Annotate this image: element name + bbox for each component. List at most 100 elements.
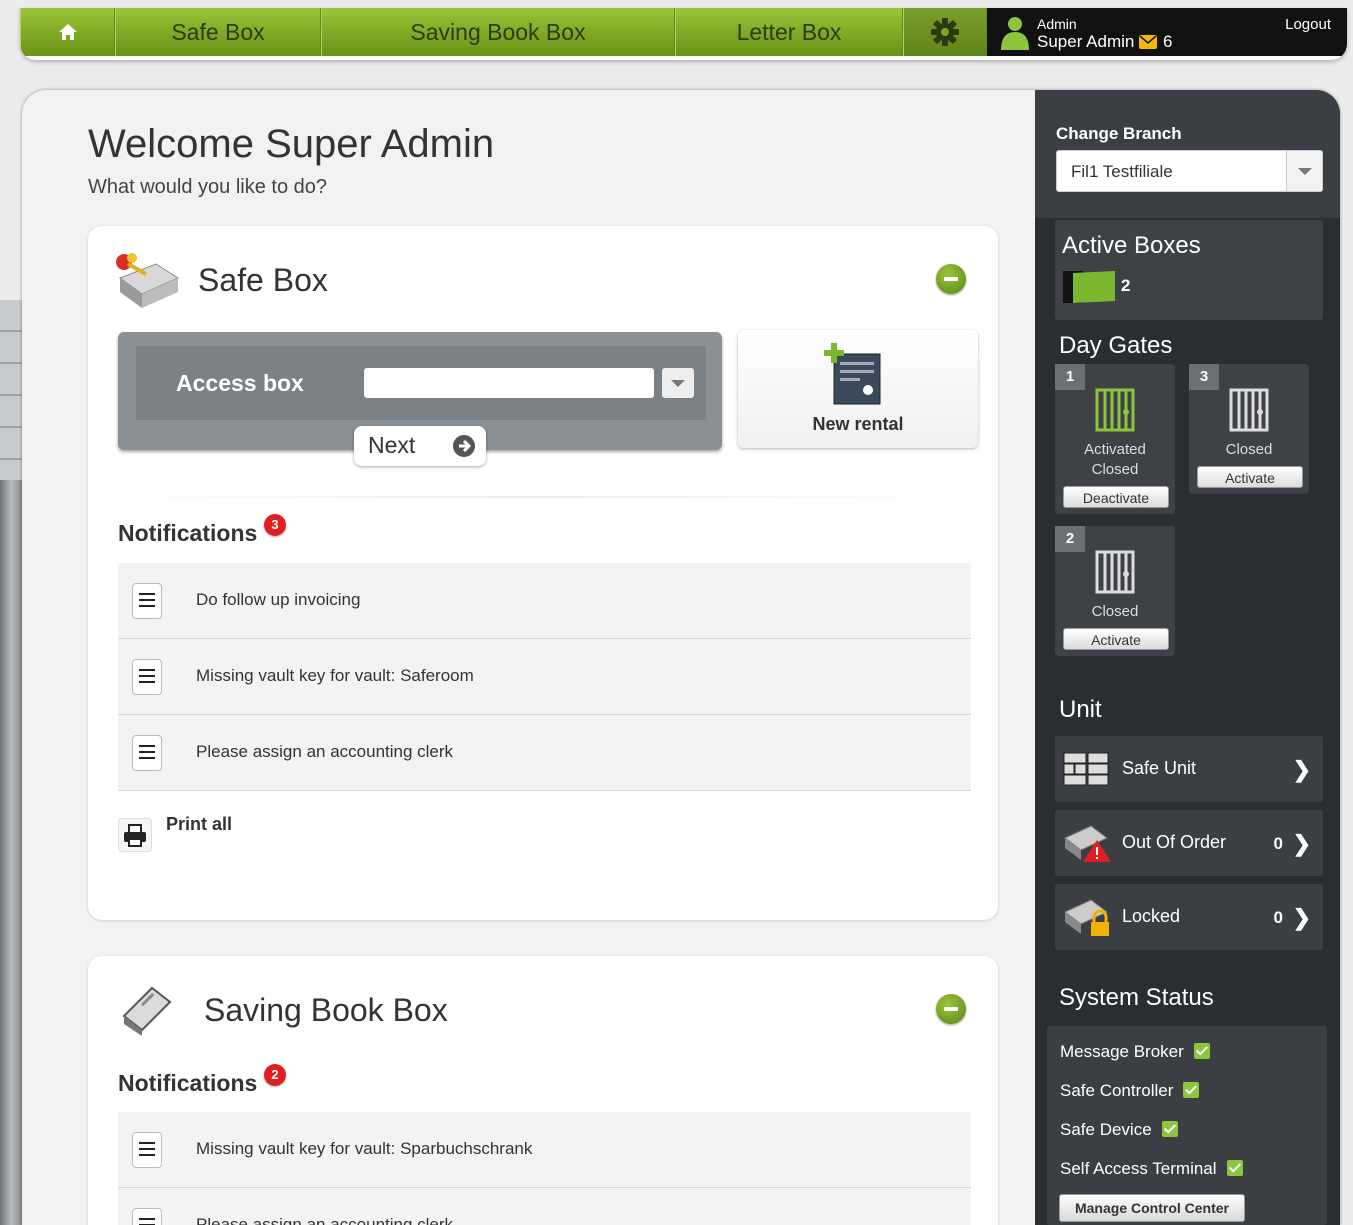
notification-item[interactable]: Please assign an accounting clerk <box>118 1188 971 1225</box>
notifications-title: Notifications <box>118 1070 258 1096</box>
locked-item[interactable]: Locked 0 ❯ <box>1055 884 1323 950</box>
next-button[interactable]: Next <box>354 426 486 466</box>
notification-item[interactable]: Missing vault key for vault: Saferoom <box>118 639 971 715</box>
arrow-right-circle-icon <box>453 435 475 457</box>
locked-label: Locked <box>1122 906 1181 926</box>
new-rental-label: New rental <box>812 414 904 434</box>
gate-status-line2: Closed <box>1091 461 1139 478</box>
list-icon <box>132 1132 162 1168</box>
next-button-label: Next <box>368 432 416 458</box>
page-title: Welcome Super Admin <box>88 122 495 166</box>
gate-status: Closed <box>1225 441 1273 458</box>
day-gate-2: 2 Closed Activate <box>1055 526 1175 656</box>
chevron-right-icon: ❯ <box>1292 831 1311 856</box>
gate-status: Activated <box>1084 441 1146 458</box>
mail-count[interactable]: 6 <box>1163 32 1172 52</box>
check-icon <box>1161 1121 1178 1137</box>
list-icon <box>132 1208 162 1225</box>
branch-select-value: Fil1 Testfiliale <box>1071 162 1173 181</box>
out-of-order-count: 0 <box>1273 834 1283 853</box>
collapse-safe-box-button[interactable] <box>936 264 966 294</box>
out-of-order-label: Out Of Order <box>1122 832 1227 852</box>
list-icon <box>132 583 162 619</box>
nav-safe-box[interactable]: Safe Box <box>115 8 321 56</box>
list-icon <box>132 659 162 695</box>
notification-text: Missing vault key for vault: Sparbuchsch… <box>196 1139 533 1158</box>
safe-unit-icon <box>1063 752 1109 786</box>
active-boxes-title: Active Boxes <box>1062 232 1201 259</box>
status-row-safe-device: Safe Device <box>1060 1120 1178 1140</box>
active-boxes-panel[interactable]: Active Boxes 2 <box>1055 220 1323 320</box>
notification-text: Please assign an accounting clerk <box>196 1215 454 1225</box>
printer-icon <box>118 818 152 852</box>
divider <box>118 496 948 498</box>
status-label: Safe Controller <box>1060 1081 1174 1100</box>
chevron-down-icon <box>1286 151 1322 191</box>
saving-book-icon <box>122 986 172 1036</box>
change-branch-label: Change Branch <box>1056 124 1182 143</box>
gate-closed-icon <box>1229 388 1269 432</box>
gate-activated-icon <box>1095 388 1135 432</box>
out-of-order-item[interactable]: Out Of Order 0 ❯ <box>1055 810 1323 876</box>
logout-link[interactable]: Logout <box>1285 16 1331 33</box>
settings-button[interactable] <box>903 8 987 56</box>
mail-icon[interactable] <box>1139 35 1157 49</box>
access-box-dropdown-button[interactable] <box>662 368 694 398</box>
main-frame: Welcome Super Admin What would you like … <box>22 90 1340 1225</box>
gate-number: 3 <box>1189 364 1219 390</box>
activate-gate-button[interactable]: Activate <box>1063 628 1169 650</box>
user-name: Super Admin <box>1037 32 1135 51</box>
safe-unit-item[interactable]: Safe Unit ❯ <box>1055 736 1323 802</box>
status-label: Self Access Terminal <box>1060 1159 1217 1178</box>
nav-saving-book-box[interactable]: Saving Book Box <box>321 8 675 56</box>
gate-number: 2 <box>1055 526 1085 552</box>
notification-list: Missing vault key for vault: Sparbuchsch… <box>118 1112 971 1225</box>
user-panel: Admin Super Admin 6 Logout <box>987 8 1347 56</box>
collapse-saving-book-box-button[interactable] <box>936 994 966 1024</box>
deactivate-gate-button[interactable]: Deactivate <box>1063 486 1169 508</box>
safe-unit-label: Safe Unit <box>1122 758 1197 778</box>
access-box-input[interactable] <box>364 368 654 398</box>
user-role: Admin <box>1037 16 1077 32</box>
notification-text: Please assign an accounting clerk <box>196 742 454 761</box>
status-row-self-access-terminal: Self Access Terminal <box>1060 1159 1243 1179</box>
chevron-right-icon: ❯ <box>1292 757 1311 782</box>
access-box-label: Access box <box>176 370 304 396</box>
access-box-panel: Access box Next <box>118 332 722 466</box>
active-boxes-count: 2 <box>1121 276 1131 295</box>
nav-letter-box[interactable]: Letter Box <box>675 8 903 56</box>
sidebar: Change Branch Fil1 Testfiliale Active Bo… <box>1035 90 1340 1225</box>
status-label: Message Broker <box>1060 1042 1184 1061</box>
notification-list: Do follow up invoicing Missing vault key… <box>118 563 971 791</box>
home-icon <box>58 24 77 40</box>
gate-closed-icon <box>1095 550 1135 594</box>
branch-select[interactable]: Fil1 Testfiliale <box>1056 150 1323 192</box>
top-navigation: Safe Box Saving Book Box Letter Box Admi… <box>20 8 1347 60</box>
out-of-order-icon <box>1064 825 1111 862</box>
saving-book-box-title: Saving Book Box <box>204 992 448 1028</box>
gate-number: 1 <box>1055 364 1085 390</box>
new-rental-icon <box>824 343 881 405</box>
safe-box-title: Safe Box <box>198 262 328 298</box>
notification-item[interactable]: Do follow up invoicing <box>118 563 971 639</box>
manage-control-center-button[interactable]: Manage Control Center <box>1059 1194 1245 1222</box>
day-gate-1: 1 Activated Closed Deactivate <box>1055 364 1175 514</box>
notifications-title: Notifications <box>118 520 258 546</box>
home-button[interactable] <box>20 8 115 56</box>
notification-text: Missing vault key for vault: Saferoom <box>196 666 474 685</box>
day-gates-title: Day Gates <box>1059 332 1173 359</box>
system-status-title: System Status <box>1059 984 1214 1011</box>
activate-gate-button[interactable]: Activate <box>1197 466 1303 488</box>
main-content: Welcome Super Admin What would you like … <box>48 90 1036 1225</box>
notifications-badge: 3 <box>264 514 286 536</box>
unit-title: Unit <box>1059 696 1102 723</box>
notifications-badge: 2 <box>264 1064 286 1086</box>
gate-status: Closed <box>1091 603 1139 620</box>
notification-item[interactable]: Missing vault key for vault: Sparbuchsch… <box>118 1112 971 1188</box>
saving-book-box-card: Saving Book Box Notifications 2 Missing … <box>88 956 998 1225</box>
system-status-panel: Message Broker Safe Controller Safe Devi… <box>1047 1026 1327 1225</box>
new-rental-button[interactable]: New rental <box>738 330 978 448</box>
notification-item[interactable]: Please assign an accounting clerk <box>118 715 971 791</box>
notification-text: Do follow up invoicing <box>196 590 361 609</box>
page-subtitle: What would you like to do? <box>88 176 328 198</box>
